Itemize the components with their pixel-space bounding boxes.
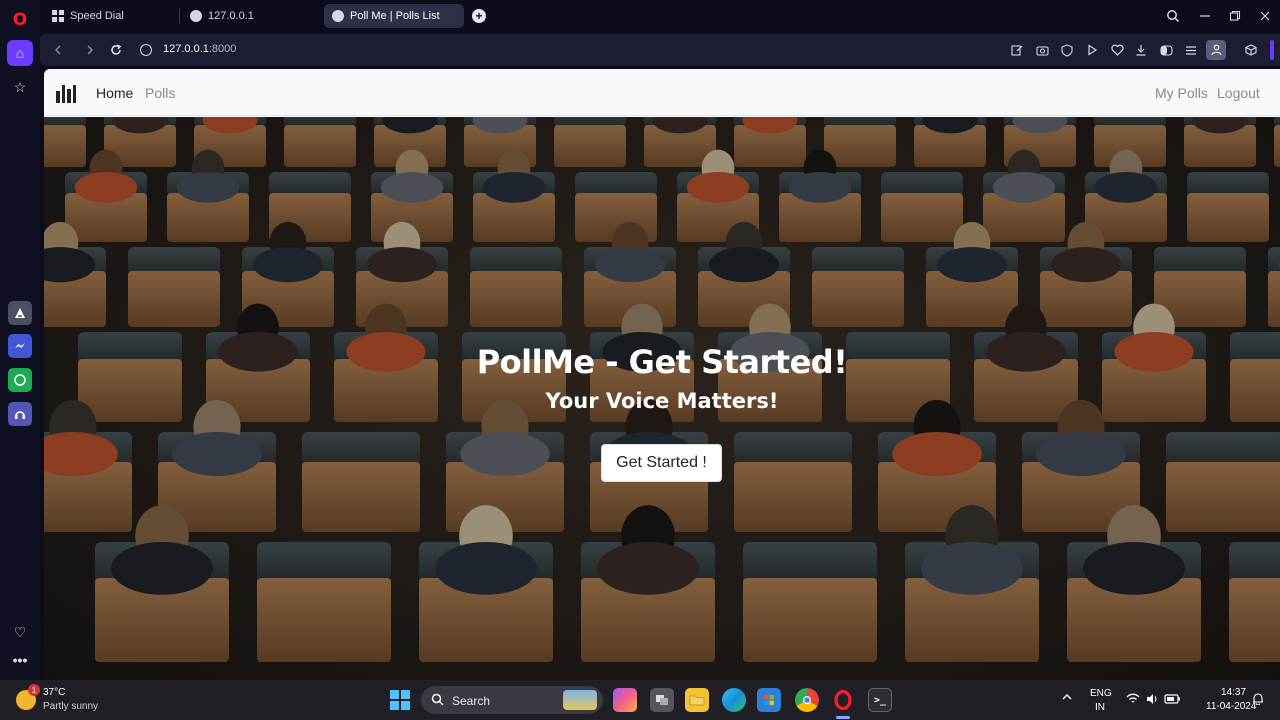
url-host: 127.0.0.1: [163, 43, 209, 55]
address-bar: 127.0.0.1:8000: [40, 34, 1280, 66]
tab-localhost[interactable]: 127.0.0.1: [182, 4, 317, 28]
get-started-button[interactable]: Get Started !: [601, 444, 722, 482]
reload-icon[interactable]: [106, 40, 126, 60]
theme-toggle-icon[interactable]: [1158, 42, 1174, 58]
chrome-icon[interactable]: [795, 688, 819, 712]
downloads-icon[interactable]: [1133, 42, 1149, 58]
bookmarks-star-icon[interactable]: ☆: [8, 75, 32, 99]
search-highlight-image: [563, 690, 597, 710]
tab-speed-dial[interactable]: Speed Dial: [44, 4, 180, 28]
notification-bell-icon[interactable]: [1252, 692, 1264, 708]
weather-notification-badge: 1: [28, 684, 40, 696]
wifi-volume-battery-icons[interactable]: [1125, 692, 1185, 706]
microsoft-store-icon[interactable]: [757, 688, 781, 712]
tab-label: 127.0.0.1: [208, 10, 254, 22]
restore-icon[interactable]: [1222, 6, 1248, 26]
snapshot-camera-icon[interactable]: [1034, 42, 1050, 58]
forward-icon[interactable]: [80, 40, 100, 60]
page-viewport: Home Polls My Polls Logout PollMe - Get …: [44, 69, 1280, 680]
task-view-icon[interactable]: [650, 688, 674, 712]
easy-setup-icon[interactable]: [1183, 42, 1199, 58]
vpn-shield-icon[interactable]: [1059, 42, 1075, 58]
terminal-icon[interactable]: >_: [868, 688, 892, 712]
more-options-icon[interactable]: •••: [8, 648, 32, 672]
language-indicator[interactable]: ENG: [1090, 688, 1112, 699]
close-icon[interactable]: [1252, 6, 1278, 26]
active-app-indicator: [836, 716, 850, 719]
file-explorer-icon[interactable]: [685, 688, 709, 712]
tab-bar: Speed Dial 127.0.0.1 Poll Me | Polls Lis…: [40, 0, 1280, 32]
site-info-icon[interactable]: [140, 44, 152, 56]
site-navbar: Home Polls My Polls Logout: [44, 69, 1280, 116]
edge-browser-icon[interactable]: [722, 688, 746, 712]
heart-icon[interactable]: ♡: [8, 620, 32, 644]
tab-label: Speed Dial: [70, 10, 124, 22]
whatsapp-icon[interactable]: [8, 368, 32, 392]
sidebar-accent-bar: [1270, 40, 1274, 60]
profile-icon[interactable]: [1206, 40, 1226, 60]
copilot-icon[interactable]: [613, 688, 637, 712]
messenger-icon[interactable]: [8, 334, 32, 358]
minimize-icon[interactable]: [1192, 6, 1218, 26]
show-hidden-icons-chevron-icon[interactable]: [1062, 692, 1072, 704]
globe-icon: [332, 10, 344, 22]
edit-page-icon[interactable]: [1009, 42, 1025, 58]
tab-polls-list[interactable]: Poll Me | Polls List: [324, 4, 464, 28]
system-tray[interactable]: [1125, 692, 1185, 709]
music-player-icon[interactable]: [8, 402, 32, 426]
hero-banner: PollMe - Get Started! Your Voice Matters…: [44, 117, 1280, 680]
nav-logout-link[interactable]: Logout: [1217, 85, 1260, 101]
extensions-cube-icon[interactable]: [1243, 42, 1259, 58]
url-port: :8000: [208, 43, 237, 55]
tab-search-icon[interactable]: [1160, 6, 1186, 26]
opera-logo-icon[interactable]: O: [8, 8, 32, 32]
hero-title: PollMe - Get Started!: [476, 343, 848, 381]
speed-dial-icon: [52, 10, 64, 22]
nav-polls-link[interactable]: Polls: [145, 85, 175, 101]
nav-my-polls-link[interactable]: My Polls: [1155, 85, 1208, 101]
home-icon[interactable]: ⌂: [7, 40, 33, 66]
clock-date[interactable]: 11-04-2024: [1206, 701, 1256, 712]
nav-home-link[interactable]: Home: [96, 85, 133, 101]
clock-time[interactable]: 14:37: [1221, 687, 1246, 698]
globe-icon: [190, 10, 202, 22]
browser-sidebar: O ⌂ ☆ ♡ •••: [0, 0, 40, 680]
back-icon[interactable]: [48, 40, 68, 60]
new-tab-button[interactable]: +: [472, 9, 486, 23]
taskbar: 1 37°C Partly sunny Search >_ ENG IN 14:…: [0, 680, 1280, 720]
tab-separator: [179, 9, 180, 23]
aria-ai-icon[interactable]: [8, 301, 32, 325]
taskbar-search[interactable]: Search: [421, 686, 603, 714]
weather-condition[interactable]: Partly sunny: [43, 701, 98, 712]
url-field[interactable]: 127.0.0.1:8000: [163, 43, 236, 55]
player-icon[interactable]: [1084, 42, 1100, 58]
weather-temperature[interactable]: 37°C: [43, 687, 65, 698]
opera-browser-icon[interactable]: [831, 688, 855, 712]
windows-start-icon[interactable]: [390, 690, 410, 710]
search-icon: [431, 693, 444, 709]
tab-label: Poll Me | Polls List: [350, 10, 440, 22]
search-label: Search: [452, 694, 491, 708]
bookmark-heart-icon[interactable]: [1109, 42, 1125, 58]
pollme-logo-icon[interactable]: [56, 83, 76, 103]
hero-subtitle: Your Voice Matters!: [545, 389, 779, 413]
language-region[interactable]: IN: [1095, 702, 1105, 713]
